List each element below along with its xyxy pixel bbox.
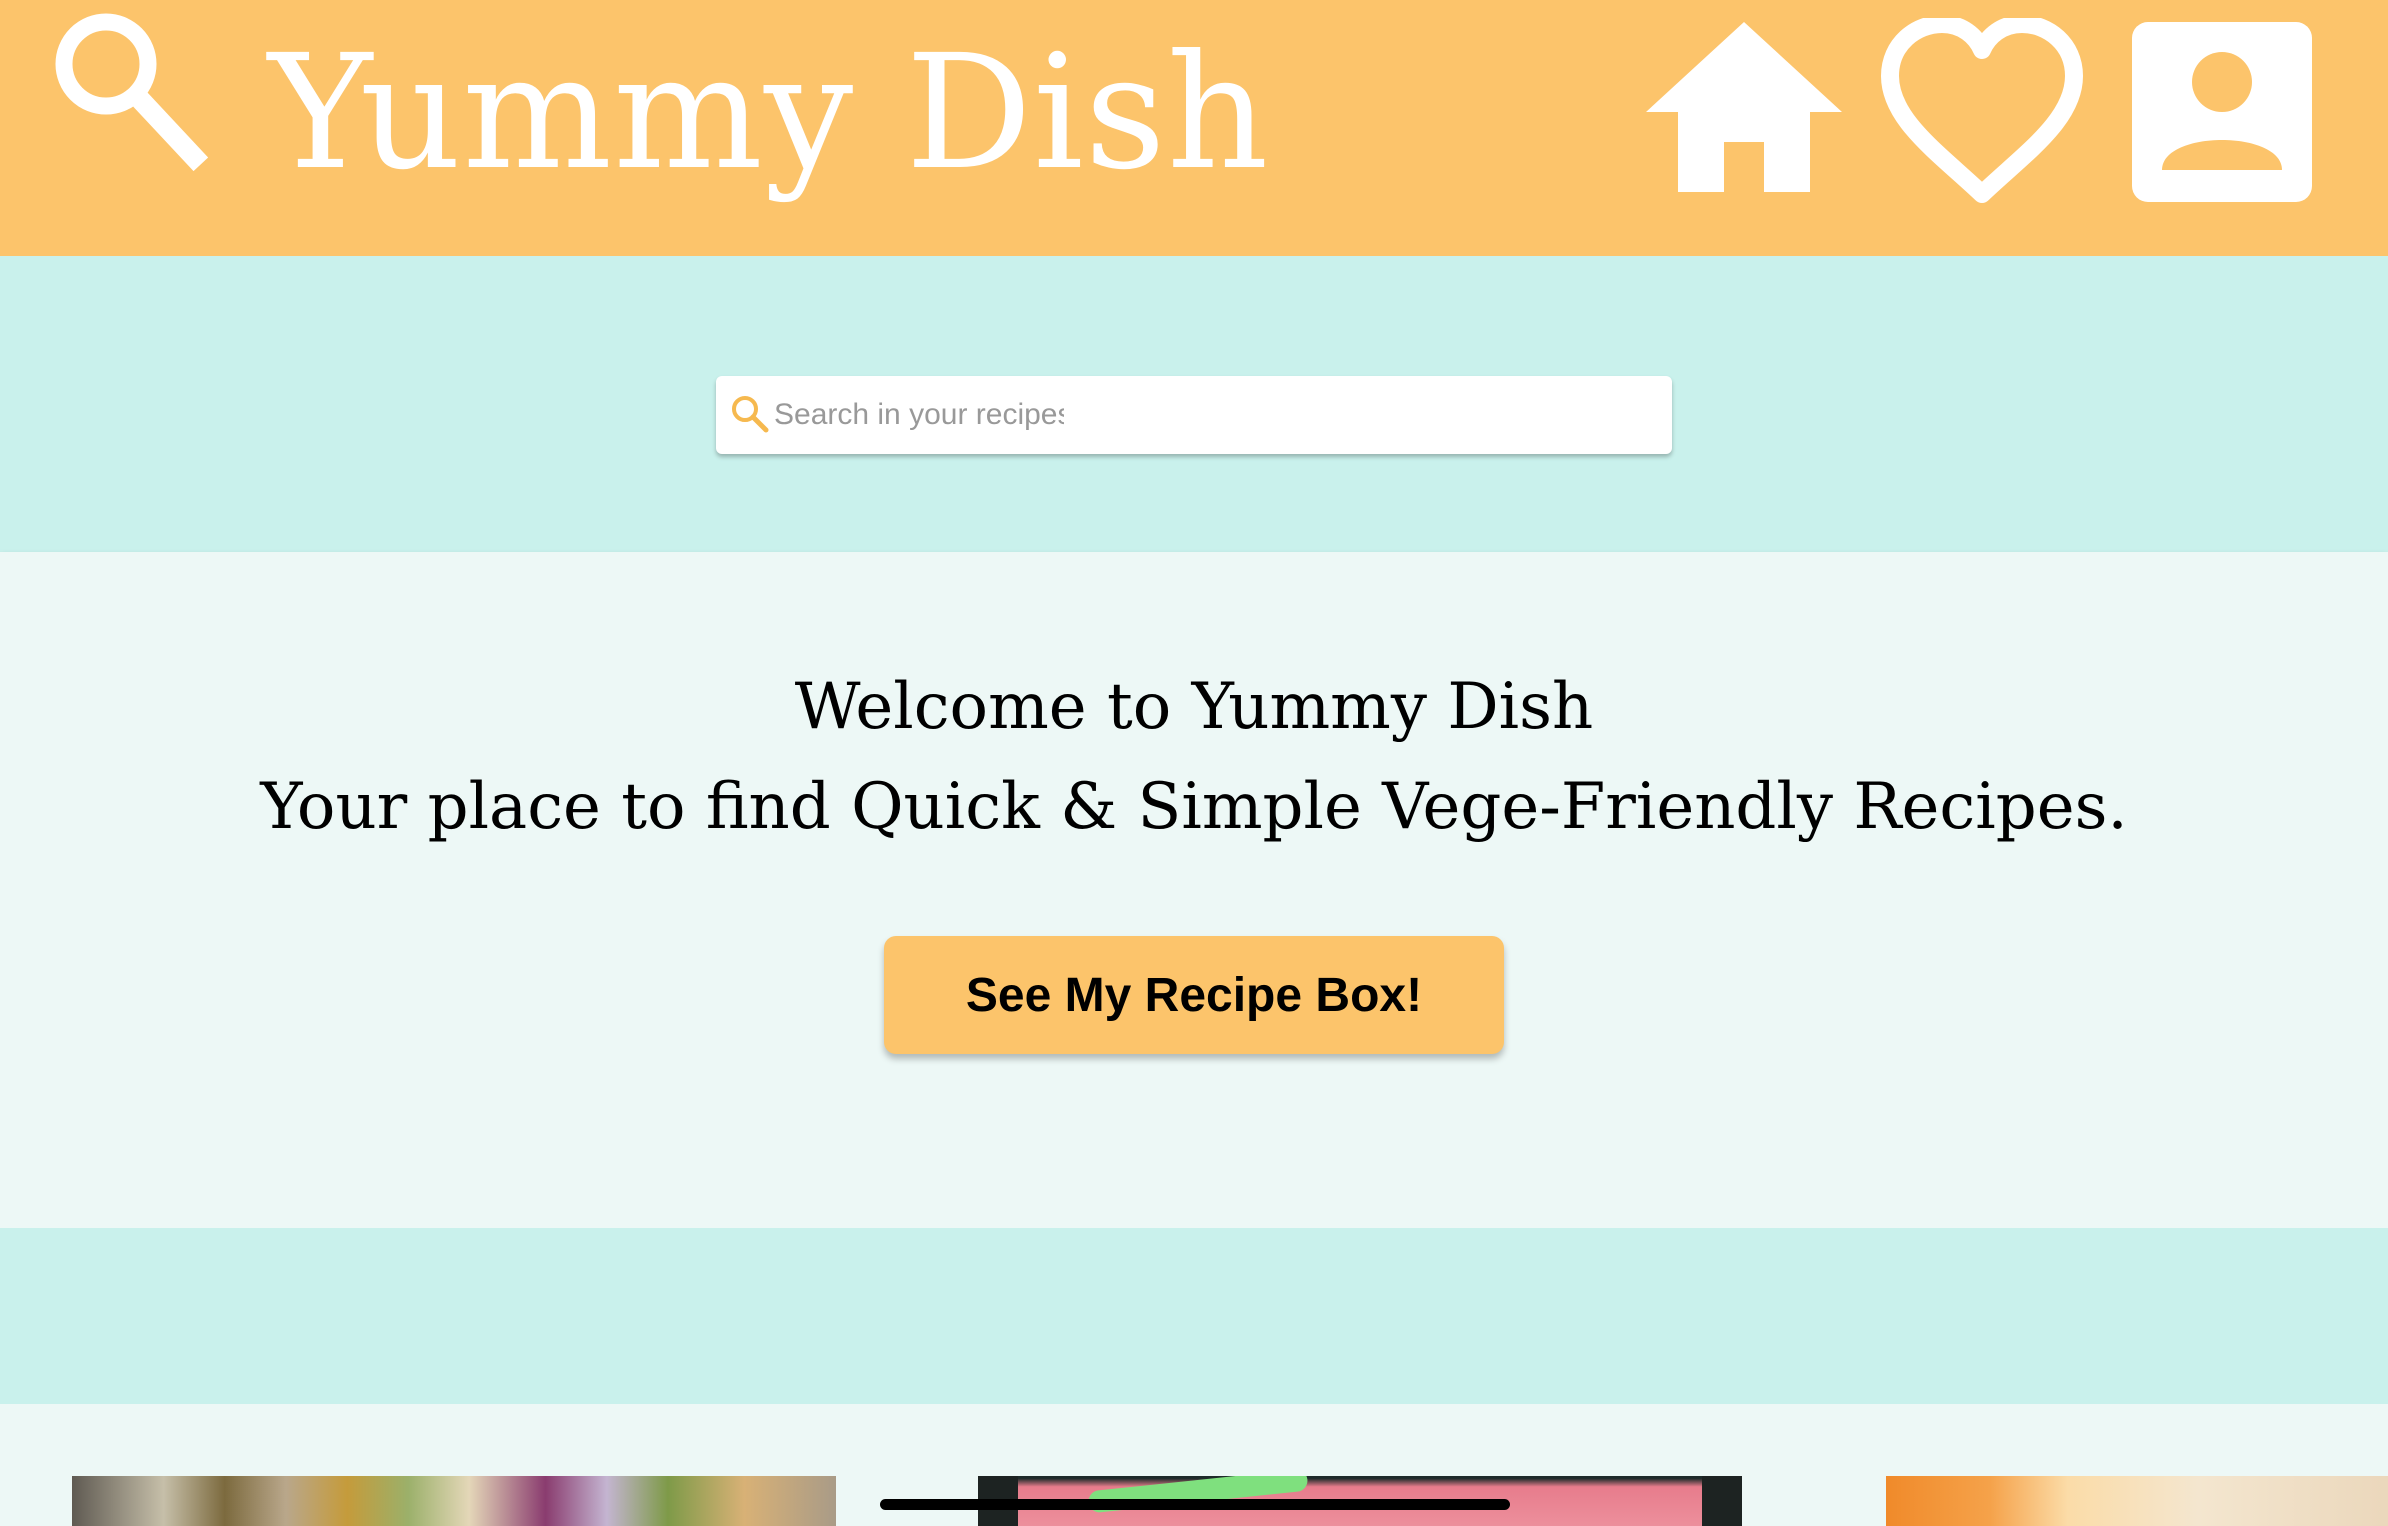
home-indicator[interactable] bbox=[880, 1499, 1510, 1510]
welcome-heading: Welcome to Yummy Dish bbox=[794, 670, 1594, 744]
search-section bbox=[0, 256, 2388, 552]
recipe-card-salad[interactable] bbox=[72, 1476, 836, 1526]
search-icon[interactable] bbox=[24, 0, 214, 176]
see-recipe-box-button[interactable]: See My Recipe Box! bbox=[884, 936, 1504, 1054]
welcome-tagline: Your place to find Quick & Simple Vege-F… bbox=[260, 770, 2128, 844]
heart-icon[interactable] bbox=[1880, 18, 2084, 206]
search-icon bbox=[732, 396, 769, 433]
recipe-search-box[interactable] bbox=[716, 376, 1672, 454]
profile-icon[interactable] bbox=[2132, 22, 2312, 202]
search-input[interactable] bbox=[774, 384, 1064, 446]
app-title: Yummy Dish bbox=[268, 21, 1270, 205]
welcome-panel: Welcome to Yummy Dish Your place to find… bbox=[0, 552, 2388, 1228]
top-nav-bar: Yummy Dish bbox=[0, 0, 2388, 256]
recipe-card-dish[interactable] bbox=[1886, 1476, 2388, 1526]
app-page: Yummy Dish Welcome to Yummy Dish Your pl… bbox=[0, 0, 2388, 1526]
home-icon[interactable] bbox=[1644, 20, 1844, 194]
spacer-band bbox=[0, 1228, 2388, 1404]
